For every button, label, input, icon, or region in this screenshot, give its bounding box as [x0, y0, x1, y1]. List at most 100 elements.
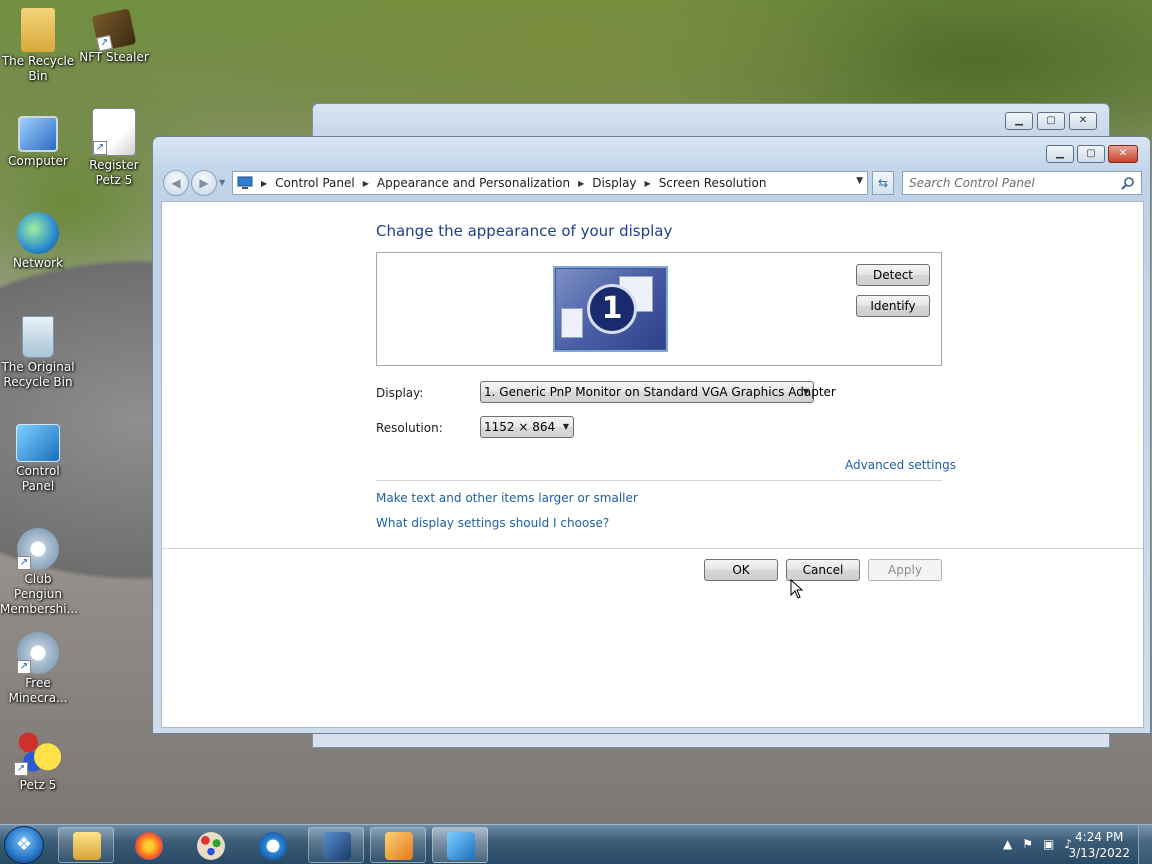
- content-pane: Change the appearance of your display 1 …: [161, 201, 1144, 728]
- desktop-icon-computer[interactable]: Computer: [0, 112, 76, 169]
- shortcut-arrow-icon: ↗: [17, 660, 31, 674]
- desktop-icon-label: Club Pengiun Membershi...: [0, 572, 78, 616]
- folder-icon: [21, 8, 55, 52]
- desktop-icon-recycle-bin[interactable]: The Recycle Bin: [0, 8, 76, 84]
- refresh-button[interactable]: ⇆: [872, 171, 894, 195]
- recycle-bin-icon: [22, 316, 54, 358]
- show-desktop-button[interactable]: [1138, 825, 1152, 864]
- text-size-link[interactable]: Make text and other items larger or smal…: [376, 491, 638, 505]
- desktop-icon-original-recycle-bin[interactable]: The Original Recycle Bin: [0, 316, 76, 390]
- shortcut-arrow-icon: ↗: [96, 34, 113, 52]
- action-center-flag-icon[interactable]: ⚑: [1022, 837, 1033, 851]
- desktop-icon-petz5[interactable]: ↗ Petz 5: [0, 728, 76, 793]
- control-panel-icon: [237, 176, 253, 190]
- computer-icon: [18, 116, 58, 152]
- desktop-icon-label: Free Minecra...: [8, 676, 68, 705]
- taskbar-item-ie[interactable]: [244, 827, 300, 863]
- resolution-select-value: 1152 × 864: [484, 420, 556, 434]
- breadcrumb-separator-icon[interactable]: ▶: [261, 179, 267, 188]
- clock[interactable]: 4:24 PM 3/13/2022: [1068, 829, 1130, 861]
- navigation-bar: ◀ ▶ ▼ ▶ Control Panel ▶ Appearance and P…: [161, 170, 1142, 196]
- desktop-icon-control-panel[interactable]: Control Panel: [0, 424, 76, 494]
- system-tray: ▲ ⚑ ▣ ♪: [1003, 837, 1072, 851]
- network-status-icon[interactable]: ▣: [1043, 837, 1054, 851]
- explorer-folder-icon: [73, 832, 101, 860]
- taskbar-item-explorer[interactable]: [58, 827, 114, 863]
- chevron-down-icon: ▼: [802, 387, 809, 396]
- clock-date: 3/13/2022: [1068, 846, 1130, 860]
- shortcut-arrow-icon: ↗: [93, 141, 107, 155]
- divider: [162, 548, 1143, 549]
- back-button[interactable]: ◀: [163, 170, 189, 196]
- taskbar-item-firefox[interactable]: [120, 827, 176, 863]
- back-arrow-icon: ◀: [171, 176, 181, 190]
- desktop-icon-network[interactable]: Network: [0, 212, 76, 271]
- desktop-icon-nft-stealer[interactable]: ↗ NFT Stealer: [76, 8, 152, 65]
- firefox-icon: [135, 832, 163, 860]
- petz-logo-icon: ↗: [14, 728, 62, 776]
- search-icon[interactable]: [1121, 176, 1135, 190]
- desktop-icon-label: Network: [12, 256, 64, 270]
- resolution-select[interactable]: 1152 × 864 ▼: [480, 416, 574, 438]
- minimize-button[interactable]: ▁: [1005, 112, 1033, 130]
- clock-time: 4:24 PM: [1075, 830, 1124, 844]
- maximize-button[interactable]: ▢: [1037, 112, 1065, 130]
- ok-button[interactable]: OK: [704, 559, 778, 581]
- taskbar-item-computer-management[interactable]: [308, 827, 364, 863]
- desktop-icon-label: Petz 5: [19, 778, 57, 792]
- breadcrumb-control-panel[interactable]: Control Panel: [275, 176, 355, 190]
- divider: [376, 480, 942, 481]
- control-panel-icon: [16, 424, 60, 462]
- chevron-down-icon: ▼: [562, 422, 569, 431]
- taskbar-item-control-panel[interactable]: [432, 827, 488, 863]
- minimize-button[interactable]: ▁: [1046, 145, 1074, 163]
- display-label: Display:: [376, 386, 424, 400]
- maximize-button[interactable]: ▢: [1077, 145, 1105, 163]
- desktop-icon-label: The Original Recycle Bin: [1, 360, 75, 389]
- screen-resolution-window[interactable]: ▁ ▢ ✕ ◀ ▶ ▼ ▶ Control Panel ▶ Appearance…: [152, 136, 1151, 734]
- breadcrumb-separator-icon[interactable]: ▶: [645, 179, 651, 188]
- close-button[interactable]: ✕: [1108, 145, 1138, 163]
- display-select[interactable]: 1. Generic PnP Monitor on Standard VGA G…: [480, 381, 836, 403]
- forward-button[interactable]: ▶: [191, 170, 217, 196]
- apply-button[interactable]: Apply: [868, 559, 942, 581]
- cancel-button[interactable]: Cancel: [786, 559, 860, 581]
- breadcrumb-display[interactable]: Display: [592, 176, 636, 190]
- windows-logo-icon: ❖: [15, 834, 33, 855]
- computer-management-icon: [323, 832, 351, 860]
- taskbar-item-paint[interactable]: [182, 827, 238, 863]
- start-button[interactable]: ❖: [4, 826, 44, 864]
- address-dropdown-icon[interactable]: ▼: [856, 176, 863, 186]
- display-select-value: 1. Generic PnP Monitor on Standard VGA G…: [484, 385, 836, 399]
- gear-icon: ↗: [17, 528, 59, 570]
- breadcrumb-screen-resolution[interactable]: Screen Resolution: [659, 176, 767, 190]
- desktop-icon-label: NFT Stealer: [79, 50, 149, 64]
- advanced-settings-link[interactable]: Advanced settings: [845, 458, 956, 472]
- forward-arrow-icon: ▶: [199, 176, 209, 190]
- address-bar[interactable]: ▶ Control Panel ▶ Appearance and Persona…: [232, 171, 868, 195]
- taskbar-item-media-player[interactable]: [370, 827, 426, 863]
- shortcut-arrow-icon: ↗: [14, 762, 28, 776]
- gear-icon: ↗: [17, 632, 59, 674]
- resolution-label: Resolution:: [376, 421, 443, 435]
- mouse-cursor-icon: [790, 579, 804, 599]
- desktop-icon-label: The Recycle Bin: [1, 54, 75, 83]
- detect-button[interactable]: Detect: [856, 264, 930, 286]
- identify-button[interactable]: Identify: [856, 295, 930, 317]
- desktop-icon-club-penguin[interactable]: ↗ Club Pengiun Membershi...: [0, 528, 78, 617]
- refresh-icon: ⇆: [877, 176, 889, 190]
- monitor-1-preview[interactable]: 1: [553, 266, 668, 352]
- show-hidden-icons-icon[interactable]: ▲: [1003, 837, 1012, 851]
- display-help-link[interactable]: What display settings should I choose?: [376, 516, 609, 530]
- breadcrumb-separator-icon[interactable]: ▶: [363, 179, 369, 188]
- breadcrumb-separator-icon[interactable]: ▶: [578, 179, 584, 188]
- desktop-icon-free-minecraft[interactable]: ↗ Free Minecra...: [0, 632, 76, 706]
- network-globe-icon: [17, 212, 59, 254]
- recent-pages-dropdown-icon[interactable]: ▼: [219, 178, 225, 187]
- close-button[interactable]: ✕: [1069, 112, 1097, 130]
- desktop-icon-register-petz[interactable]: ↗ Register Petz 5: [76, 108, 152, 188]
- taskbar: ❖ ▲ ⚑ ▣ ♪ 4:24 PM 3/13/2022: [0, 824, 1152, 864]
- window-thumbnail-icon: [561, 308, 583, 338]
- breadcrumb-appearance[interactable]: Appearance and Personalization: [377, 176, 570, 190]
- search-input[interactable]: [903, 172, 1113, 194]
